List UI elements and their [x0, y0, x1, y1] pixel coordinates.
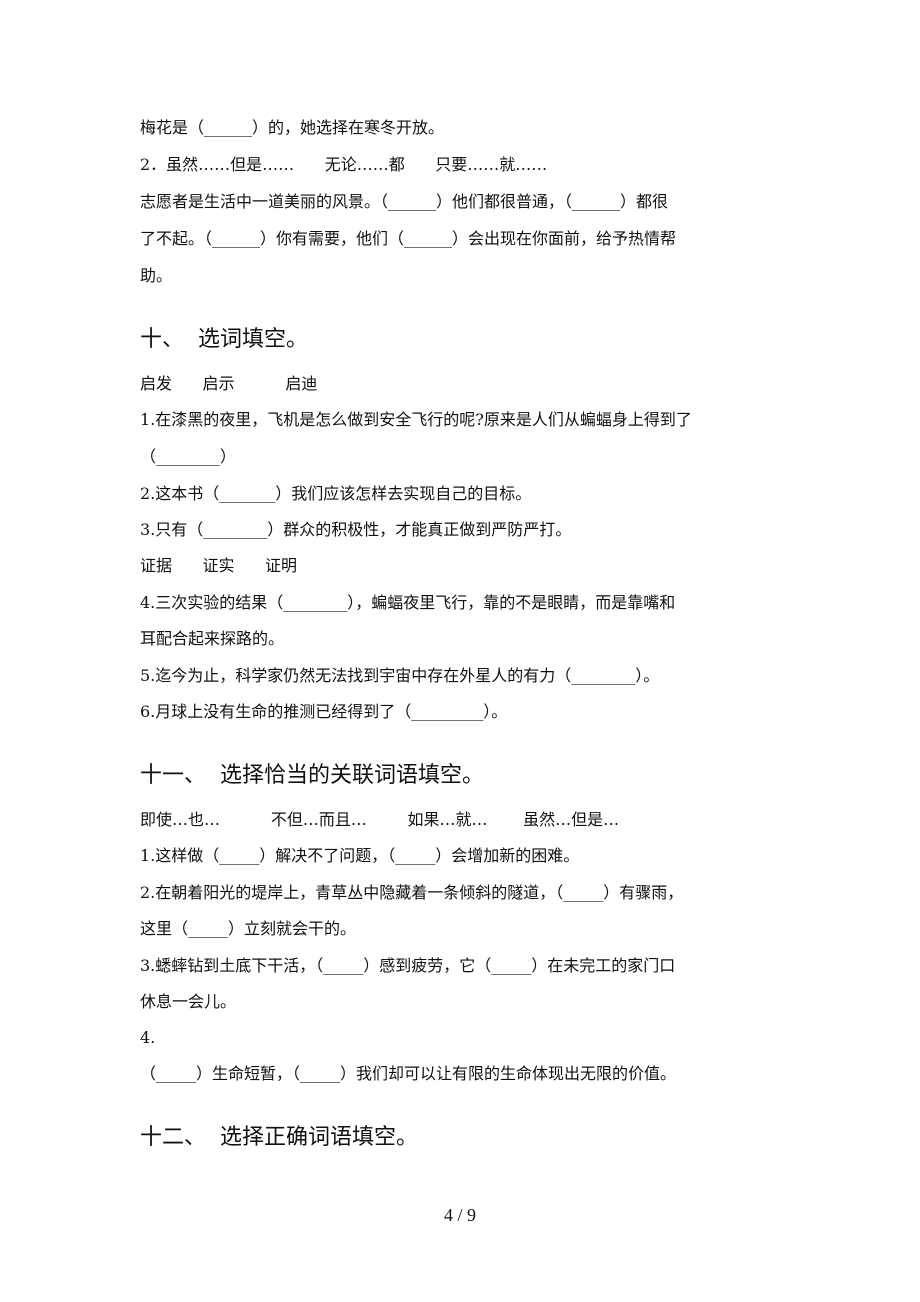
question-line: 休息一会儿。 [140, 992, 237, 1011]
page-number: 4 / 9 [443, 1205, 476, 1225]
question-line: 6.月球上没有生命的推测已经得到了（_________）。 [140, 702, 508, 721]
question-line: 耳配合起来探路的。 [140, 629, 285, 648]
question-line: 1.在漆黑的夜里，飞机是怎么做到安全飞行的呢?原来是人们从蝙蝠身上得到了 [140, 410, 692, 429]
text-line: 2．虽然……但是…… 无论……都 只要……就…… [140, 155, 548, 174]
word-choices: 启发 启示 启迪 [140, 374, 318, 393]
section-heading: 十二、 选择正确词语填空。 [140, 1125, 418, 1150]
question-line: （_____）生命短暂，（_____）我们却可以让有限的生命体现出无限的价值。 [140, 1064, 677, 1083]
question-line: 4. [140, 1028, 156, 1047]
section-heading: 十一、 选择恰当的关联词语填空。 [140, 763, 484, 788]
question-line: 2.这本书（_______）我们应该怎样去实现自己的目标。 [140, 484, 532, 503]
question-line: 这里（_____）立刻就会干的。 [140, 919, 357, 938]
question-line: 1.这样做（_____）解决不了问题，（_____）会增加新的困难。 [140, 846, 580, 865]
question-line: 4.三次实验的结果（________），蝙蝠夜里飞行，靠的不是眼睛，而是靠嘴和 [140, 593, 676, 612]
section-heading: 十、 选词填空。 [140, 327, 308, 352]
question-line: 2.在朝着阳光的堤岸上，青草丛中隐藏着一条倾斜的隧道，（_____）有骤雨， [140, 883, 684, 902]
word-choices: 证据 证实 证明 [140, 556, 298, 575]
question-line: 3.只有（________）群众的积极性，才能真正做到严防严打。 [140, 520, 572, 539]
text-line: 助。 [140, 266, 173, 285]
text-line: 志愿者是生活中一道美丽的风景。（______）他们都很普通，（______）都很 [140, 192, 669, 211]
question-line: 5.迄今为止，科学家仍然无法找到宇宙中存在外星人的有力（________）。 [140, 666, 660, 685]
question-line: 3.蟋蟀钻到土底下干活，（_____）感到疲劳，它（_____）在未完工的家门口 [140, 956, 676, 975]
text-line: 了不起。（______）你有需要，他们（______）会出现在你面前，给予热情帮 [140, 229, 677, 248]
question-line: （________） [140, 447, 237, 466]
word-choices: 即使…也… 不但…而且… 如果…就… 虽然…但是… [140, 810, 620, 829]
text-line: 梅花是（______）的，她选择在寒冬开放。 [140, 118, 445, 137]
